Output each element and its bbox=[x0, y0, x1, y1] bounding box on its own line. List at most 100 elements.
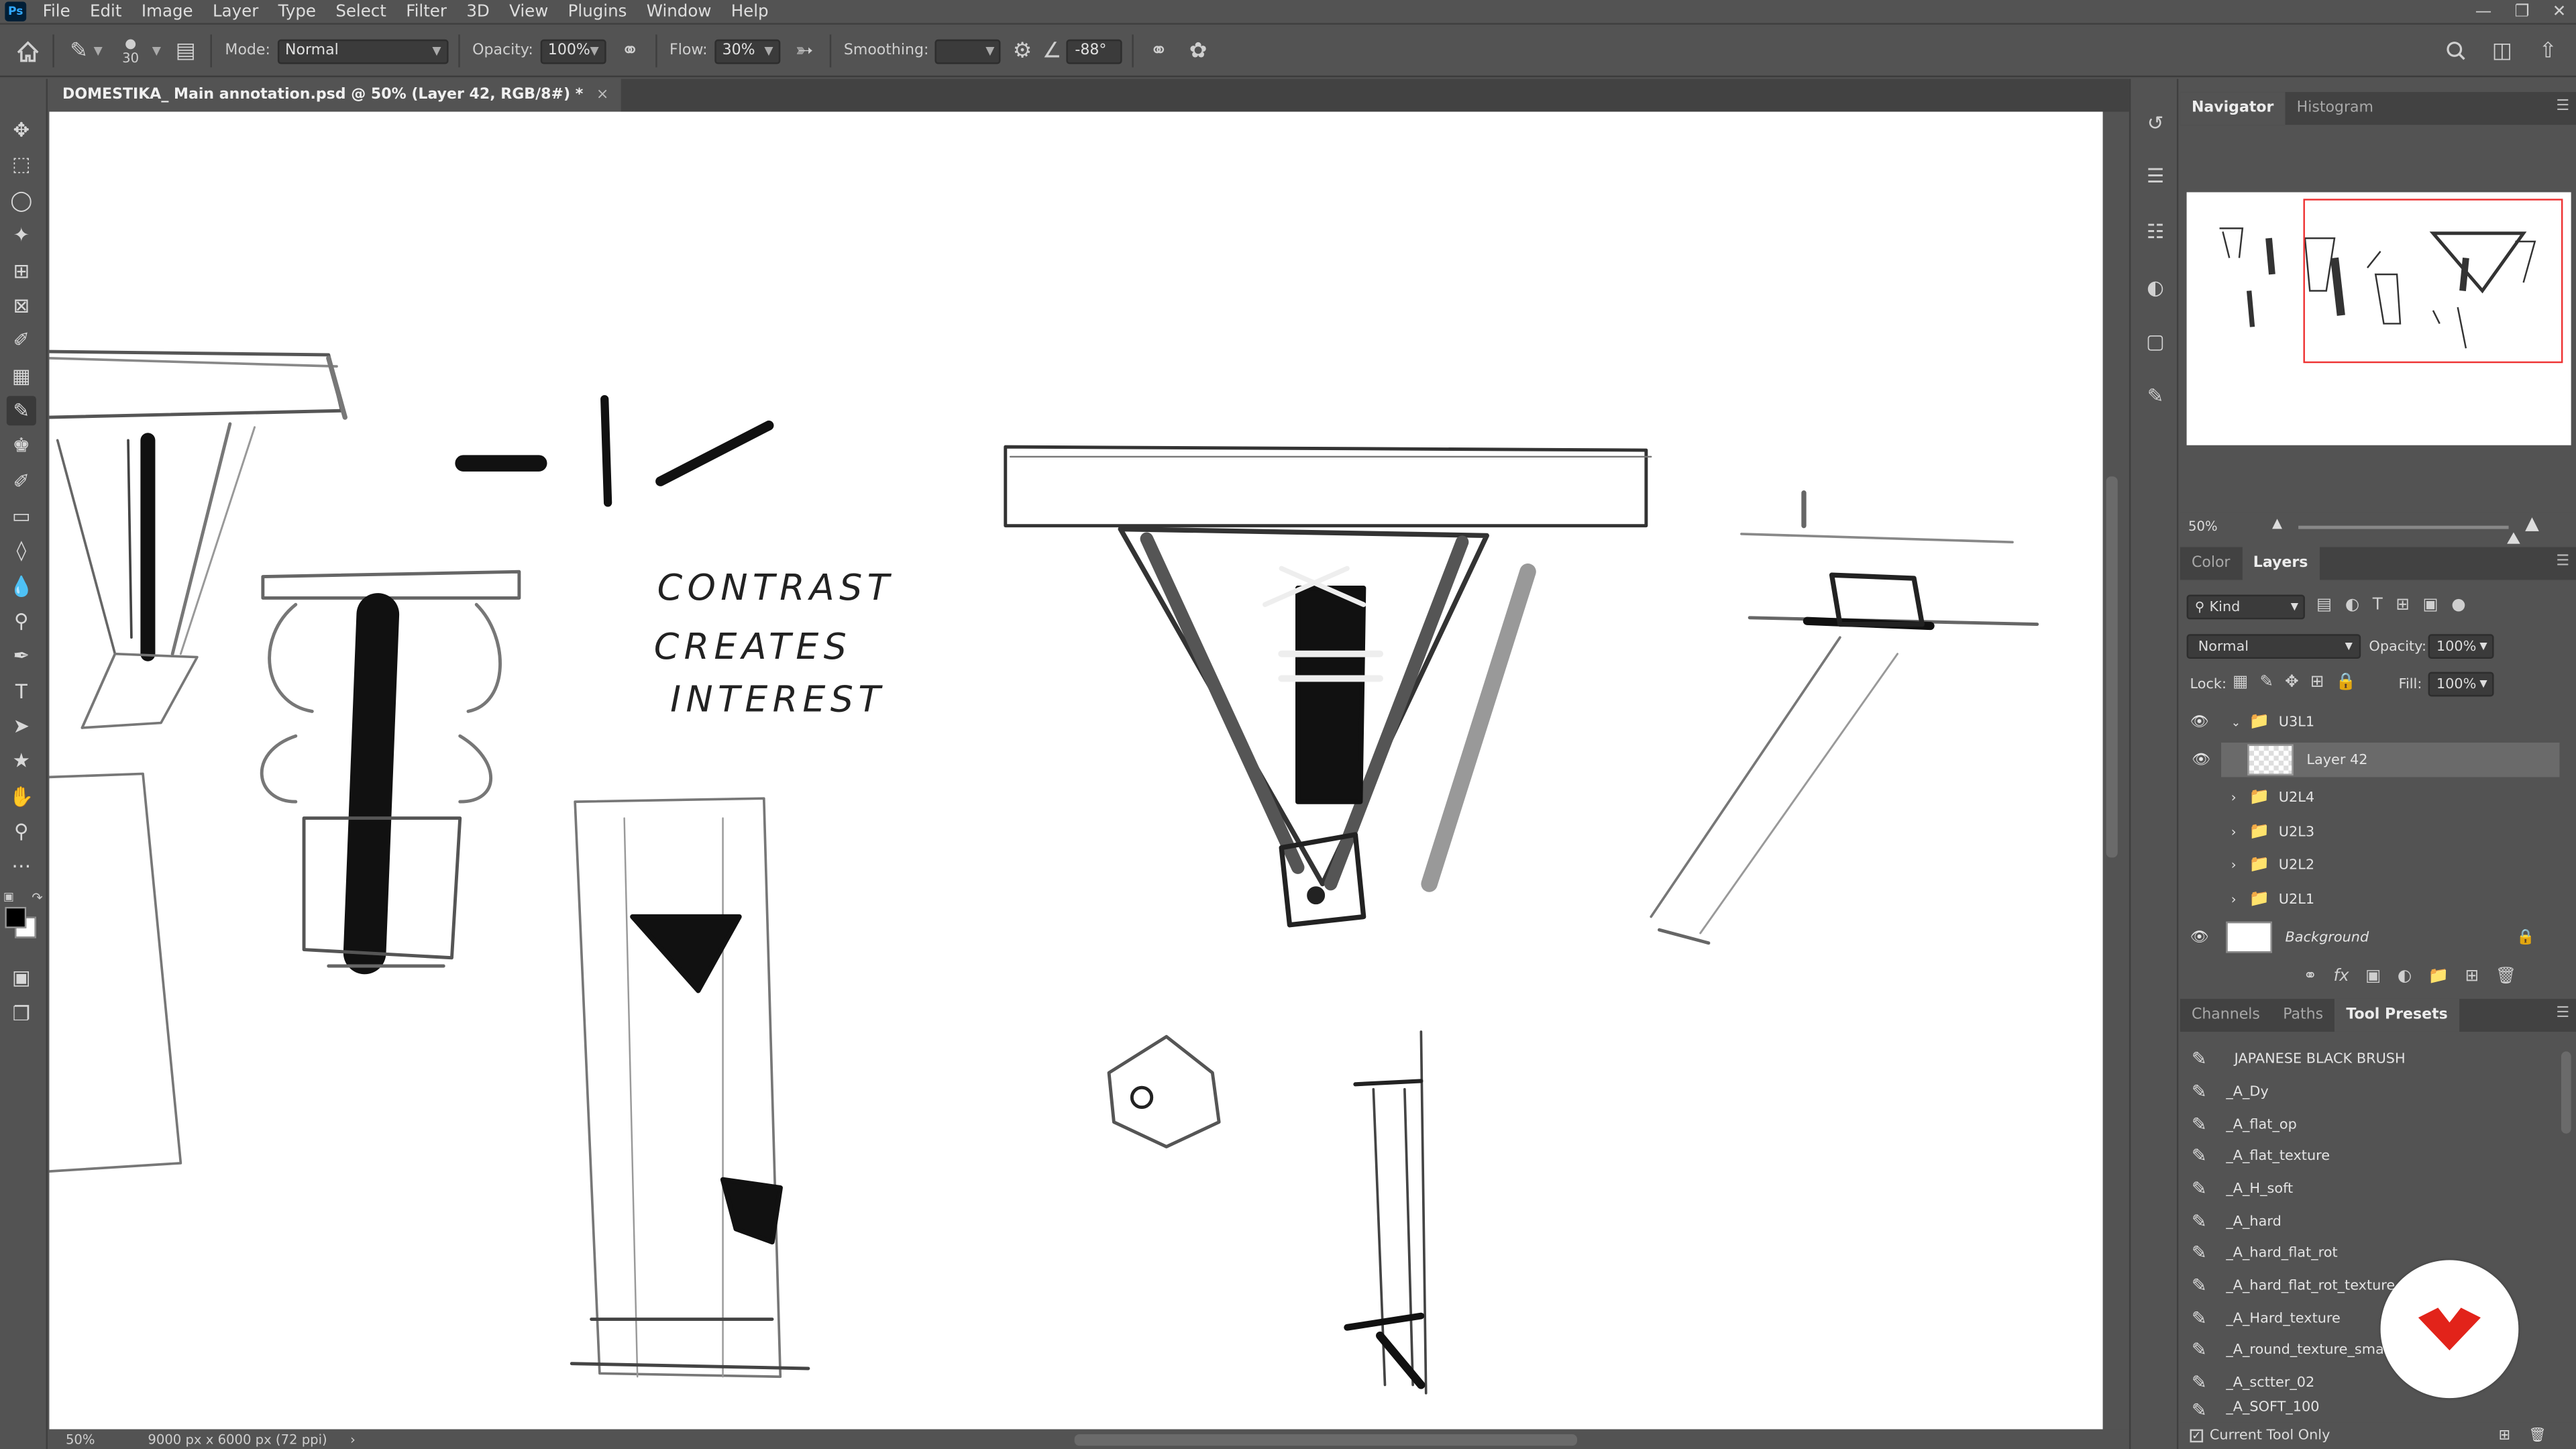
panel-menu-icon[interactable]: ☰ bbox=[2556, 99, 2569, 115]
navigator-preview[interactable] bbox=[2186, 192, 2571, 445]
history-icon[interactable]: ↺ bbox=[2141, 109, 2170, 138]
chevron-right-icon[interactable]: › bbox=[2231, 857, 2237, 872]
zoom-slider-thumb[interactable] bbox=[2507, 532, 2520, 544]
preset-item[interactable]: ✎ _A_SOFT_100 bbox=[2180, 1400, 2558, 1419]
path-selection-icon[interactable]: ➤ bbox=[7, 711, 36, 741]
airbrush-icon[interactable]: ➳ bbox=[790, 36, 819, 66]
pressure-opacity-icon[interactable]: ⚭ bbox=[615, 36, 645, 66]
tab-layers[interactable]: Layers bbox=[2241, 547, 2320, 580]
add-mask-icon[interactable]: ▣ bbox=[2365, 967, 2381, 985]
layer-row-group[interactable]: › 📁 U2L1 bbox=[2180, 882, 2558, 916]
share-icon[interactable]: ⇧ bbox=[2533, 36, 2563, 66]
adjustment-circle-icon[interactable]: ◐ bbox=[2141, 273, 2170, 303]
tab-color[interactable]: Color bbox=[2180, 547, 2242, 580]
eye-icon[interactable]: 👁 bbox=[2190, 929, 2208, 945]
fill-field[interactable]: 100% ▼ bbox=[2428, 672, 2494, 697]
zoom-out-icon[interactable]: ▲ bbox=[2272, 516, 2282, 531]
fx-icon[interactable]: fx bbox=[2334, 967, 2349, 985]
trash-icon[interactable]: 🗑 bbox=[2528, 1428, 2546, 1444]
panel-menu-icon[interactable]: ☰ bbox=[2556, 1006, 2569, 1022]
lock-transparent-icon[interactable]: ▦ bbox=[2233, 674, 2248, 692]
trash-icon[interactable]: 🗑 bbox=[2496, 967, 2516, 985]
layer-row-background[interactable]: 👁 Background 🔒 bbox=[2180, 920, 2558, 954]
type-tool-icon[interactable]: T bbox=[7, 677, 36, 706]
navigator-zoom-value[interactable]: 50% bbox=[2188, 519, 2218, 534]
crop-tool-icon[interactable]: ⊞ bbox=[7, 256, 36, 286]
panel-menu-icon[interactable]: ☰ bbox=[2556, 553, 2569, 570]
preset-item[interactable]: ✎ _A_H_soft bbox=[2180, 1173, 2558, 1205]
document-tab[interactable]: DOMESTIKA_ Main annotation.psd @ 50% (La… bbox=[49, 78, 622, 112]
tab-histogram[interactable]: Histogram bbox=[2286, 92, 2385, 125]
menu-image[interactable]: Image bbox=[131, 3, 203, 21]
layer-row-group[interactable]: 👁 ⌄ 📁 U3L1 bbox=[2180, 705, 2558, 739]
move-tool-icon[interactable]: ✥ bbox=[7, 115, 36, 144]
adjustments-sliders-icon[interactable]: ☰ bbox=[2141, 161, 2170, 191]
preset-item[interactable]: ✎ _A_Dy bbox=[2180, 1076, 2558, 1108]
layer-opacity-field[interactable]: 100% ▼ bbox=[2428, 634, 2494, 659]
link-layers-icon[interactable]: ⚭ bbox=[2303, 967, 2317, 985]
tab-tool-presets[interactable]: Tool Presets bbox=[2334, 998, 2459, 1032]
close-icon[interactable]: ✕ bbox=[2553, 3, 2567, 21]
menu-layer[interactable]: Layer bbox=[203, 3, 268, 21]
hand-tool-icon[interactable]: ✋ bbox=[7, 782, 36, 812]
layer-row-group[interactable]: › 📁 U2L3 bbox=[2180, 815, 2558, 849]
layer-row-group[interactable]: › 📁 U2L4 bbox=[2180, 780, 2558, 814]
default-colors-icon[interactable]: ▣ bbox=[3, 890, 14, 904]
smart-object-filter-icon[interactable]: ▣ bbox=[2422, 596, 2438, 614]
paint-bucket-icon[interactable]: ◊ bbox=[7, 535, 36, 565]
screen-mode-icon[interactable]: ❐ bbox=[7, 999, 36, 1028]
current-tool-only-checkbox[interactable]: ✓ bbox=[2190, 1429, 2204, 1443]
pixel-filter-icon[interactable]: ▤ bbox=[2316, 596, 2332, 614]
blend-mode-select[interactable]: Normal ▼ bbox=[2186, 634, 2361, 659]
magic-wand-icon[interactable]: ✦ bbox=[7, 220, 36, 250]
brush-angle-field[interactable]: -88° bbox=[1067, 38, 1123, 64]
properties-icon[interactable]: ☷ bbox=[2141, 217, 2170, 246]
swap-colors-icon[interactable]: ↷ bbox=[32, 890, 42, 905]
shape-filter-icon[interactable]: ⊞ bbox=[2396, 596, 2410, 614]
brush-tool-preset-icon[interactable]: ✎ bbox=[64, 36, 94, 66]
brush-settings-panel-icon[interactable]: ✎ bbox=[2141, 381, 2170, 411]
brush-settings-icon[interactable]: ▤ bbox=[171, 36, 201, 66]
tab-paths[interactable]: Paths bbox=[2271, 999, 2334, 1032]
menu-window[interactable]: Window bbox=[637, 3, 721, 21]
frame-tool-icon[interactable]: ⊠ bbox=[7, 290, 36, 320]
adjustment-layer-icon[interactable]: ◐ bbox=[2398, 967, 2412, 985]
chevron-down-icon[interactable]: ▼ bbox=[94, 44, 103, 58]
workspace-icon[interactable]: ◫ bbox=[2487, 36, 2517, 66]
lasso-tool-icon[interactable]: ◯ bbox=[7, 186, 36, 215]
vertical-scrollbar[interactable] bbox=[2106, 476, 2118, 858]
navigator-zoom-slider[interactable] bbox=[2298, 525, 2520, 544]
blur-tool-icon[interactable]: 💧 bbox=[7, 572, 36, 601]
chevron-right-icon[interactable]: › bbox=[2231, 892, 2237, 907]
filter-toggle-icon[interactable]: ● bbox=[2451, 596, 2465, 614]
layer-row-selected[interactable]: 👁 Layer 42 bbox=[2192, 742, 2560, 777]
eye-icon[interactable]: 👁 bbox=[2190, 714, 2208, 730]
preset-item[interactable]: ✎ _A_hard bbox=[2180, 1206, 2558, 1238]
menu-select[interactable]: Select bbox=[326, 3, 396, 21]
menu-file[interactable]: File bbox=[33, 3, 80, 21]
new-group-icon[interactable]: 📁 bbox=[2428, 967, 2449, 985]
menu-type[interactable]: Type bbox=[268, 3, 326, 21]
shape-tool-icon[interactable]: ★ bbox=[7, 746, 36, 775]
chevron-down-icon[interactable]: ⌄ bbox=[2231, 716, 2241, 729]
restore-icon[interactable]: ❐ bbox=[2515, 3, 2530, 21]
adjustment-filter-icon[interactable]: ◐ bbox=[2345, 596, 2359, 614]
marquee-tool-icon[interactable]: ⬚ bbox=[7, 150, 36, 179]
flow-field[interactable]: 30% ▼ bbox=[714, 38, 780, 64]
home-icon[interactable] bbox=[13, 36, 43, 66]
menu-plugins[interactable]: Plugins bbox=[558, 3, 637, 21]
menu-3d[interactable]: 3D bbox=[457, 3, 500, 21]
gear-icon[interactable]: ⚙ bbox=[1008, 36, 1037, 66]
search-icon[interactable] bbox=[2441, 36, 2471, 66]
menu-view[interactable]: View bbox=[499, 3, 558, 21]
tab-navigator[interactable]: Navigator bbox=[2180, 92, 2286, 125]
type-filter-icon[interactable]: T bbox=[2373, 596, 2383, 614]
horizontal-scrollbar[interactable] bbox=[1074, 1434, 1578, 1446]
gradient-icon[interactable]: ▢ bbox=[2141, 327, 2170, 356]
status-arrow-icon[interactable]: › bbox=[350, 1432, 356, 1446]
menu-edit[interactable]: Edit bbox=[80, 3, 131, 21]
smoothing-field[interactable]: ▼ bbox=[935, 38, 1002, 64]
menu-filter[interactable]: Filter bbox=[396, 3, 457, 21]
stamp-tool-icon[interactable]: ♚ bbox=[7, 431, 36, 460]
pressure-size-icon[interactable]: ⚭ bbox=[1144, 36, 1173, 66]
